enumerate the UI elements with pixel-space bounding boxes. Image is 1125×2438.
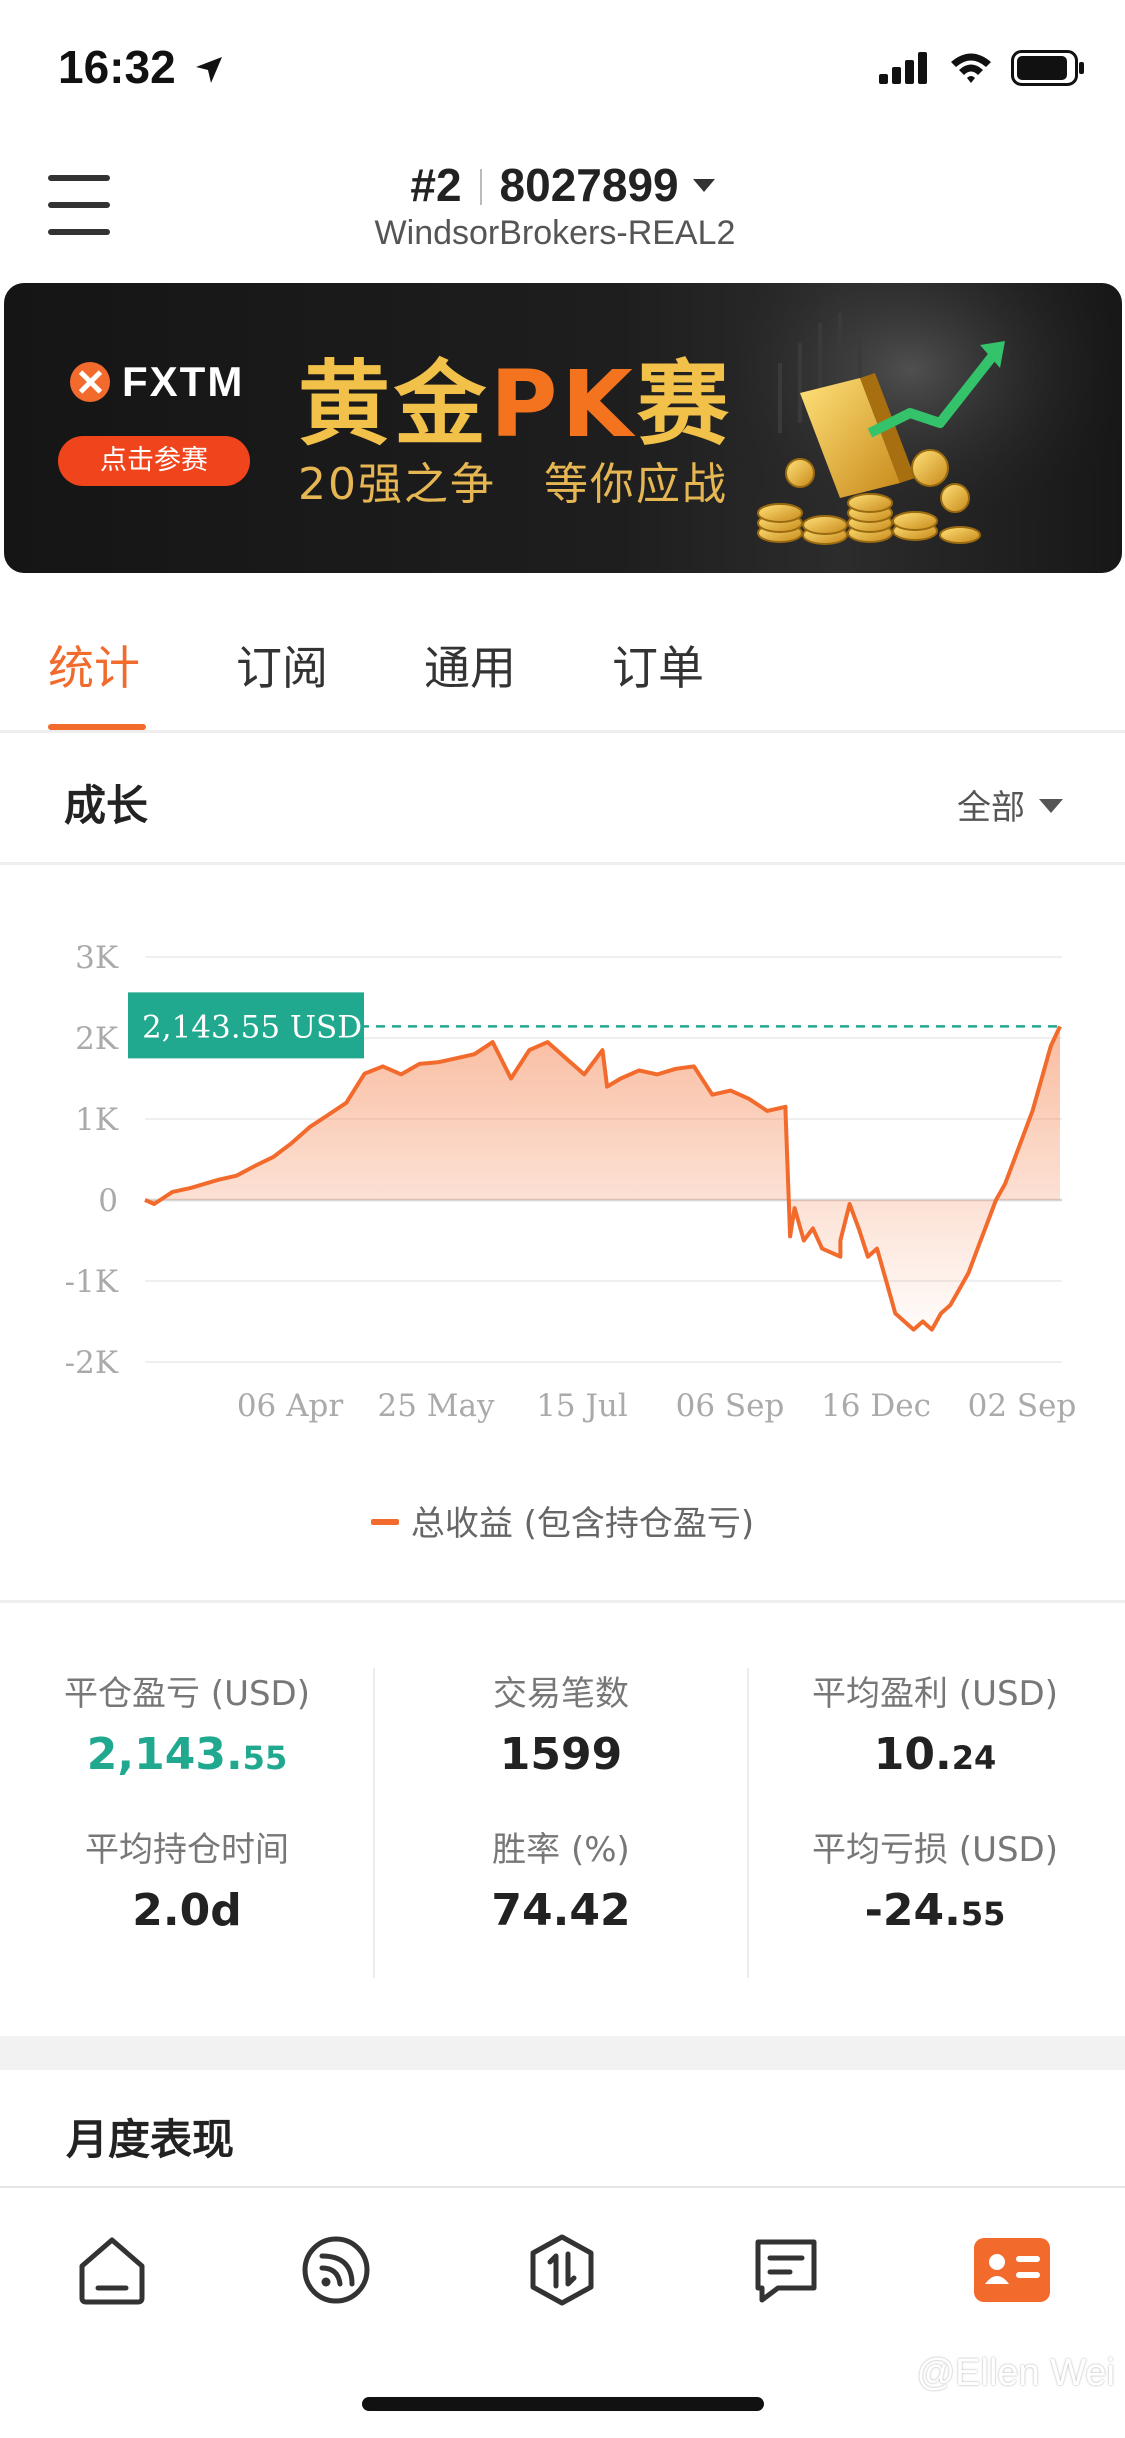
signal-icon xyxy=(879,52,927,84)
trade-icon[interactable] xyxy=(524,2232,600,2308)
battery-icon xyxy=(1011,50,1084,86)
banner-title: 黄金PK赛 xyxy=(298,330,733,463)
stat-value: -24.55 xyxy=(864,1885,1006,1936)
y-tick-label: -2K xyxy=(65,1345,119,1381)
status-time-text: 16:32 xyxy=(58,41,176,93)
chart-divider xyxy=(0,1600,1125,1603)
status-time: 16:32 xyxy=(58,40,224,94)
stat-value: 74.42 xyxy=(491,1885,631,1936)
growth-chart: 3K 2K 1K 0 -1K -2K 06 Apr 25 May 15 Jul 06 Sep 16… xyxy=(65,940,1077,1424)
account-rank: #2 xyxy=(410,159,462,211)
profile-card-icon[interactable] xyxy=(972,2232,1052,2308)
status-icons xyxy=(879,48,1085,88)
stat-trade-count: 交易笔数 1599 xyxy=(374,1666,748,1780)
stat-label: 平仓盈亏 (USD) xyxy=(64,1674,310,1714)
banner-title-post: 赛 xyxy=(636,351,733,458)
y-tick-label: -1K xyxy=(65,1264,119,1300)
stat-label: 平均盈利 (USD) xyxy=(812,1674,1058,1714)
stat-value: 10.24 xyxy=(873,1729,997,1780)
x-tick-label: 02 Sep xyxy=(968,1388,1077,1424)
x-tick-label: 15 Jul xyxy=(536,1388,628,1424)
stat-avg-hold-time: 平均持仓时间 2.0d xyxy=(0,1822,374,1936)
fxtm-x-icon xyxy=(70,362,110,402)
stat-avg-loss: 平均亏损 (USD) -24.55 xyxy=(748,1822,1122,1936)
range-dropdown[interactable]: 全部 xyxy=(957,780,1063,829)
stat-value: 2,143.55 xyxy=(86,1729,288,1780)
fxtm-logo: FXTM xyxy=(70,358,244,406)
stat-value: 2.0d xyxy=(132,1885,242,1936)
stat-label: 胜率 (%) xyxy=(492,1830,630,1870)
y-tick-label: 1K xyxy=(75,1102,119,1138)
x-tick-label: 25 May xyxy=(377,1388,495,1424)
caret-down-icon xyxy=(692,179,715,192)
broker-name: WindsorBrokers-REAL2 xyxy=(374,214,736,252)
tab-bar: 统计 订阅 通用 订单 xyxy=(0,620,1125,730)
tab-general[interactable]: 通用 xyxy=(424,632,516,698)
tab-subscribe[interactable]: 订阅 xyxy=(236,632,328,698)
caret-down-icon xyxy=(1039,799,1063,813)
current-value-label: 2,143.55 USD xyxy=(142,1009,362,1045)
fxtm-brand-text: FXTM xyxy=(122,358,245,405)
account-separator xyxy=(479,169,482,205)
x-tick-label: 06 Apr xyxy=(237,1388,344,1424)
home-indicator xyxy=(362,2397,764,2411)
stat-label: 平均亏损 (USD) xyxy=(812,1830,1058,1870)
banner-title-pre: 黄金 xyxy=(298,351,491,458)
y-tick-label: 0 xyxy=(98,1183,118,1219)
growth-divider xyxy=(0,862,1125,865)
wifi-icon xyxy=(951,53,991,83)
stat-closed-pnl: 平仓盈亏 (USD) 2,143.55 xyxy=(0,1666,374,1780)
monthly-performance-title: 月度表现 xyxy=(66,2115,235,2164)
y-tick-label: 2K xyxy=(75,1021,119,1057)
stat-label: 交易笔数 xyxy=(493,1674,629,1714)
y-tick-label: 3K xyxy=(75,940,119,976)
legend-swatch xyxy=(370,1519,399,1525)
chart-legend: 总收益 (包含持仓盈亏) xyxy=(0,1496,1125,1545)
join-contest-button[interactable]: 点击参赛 xyxy=(58,436,250,486)
banner-title-pk: PK xyxy=(490,351,637,458)
x-tick-label: 06 Sep xyxy=(676,1388,785,1424)
account-selector[interactable]: #2 8027899 xyxy=(0,158,1125,212)
growth-title: 成长 xyxy=(64,781,149,830)
account-number: 8027899 xyxy=(499,159,679,211)
location-arrow-icon xyxy=(196,57,223,83)
section-separator xyxy=(0,2036,1125,2070)
tab-divider xyxy=(0,730,1125,733)
legend-label: 总收益 (包含持仓盈亏) xyxy=(410,1504,755,1544)
x-tick-label: 16 Dec xyxy=(821,1388,931,1424)
watermark: @Ellen Wei xyxy=(916,2352,1115,2394)
home-icon[interactable] xyxy=(74,2232,150,2308)
tab-statistics[interactable]: 统计 xyxy=(48,632,140,698)
stat-win-rate: 胜率 (%) 74.42 xyxy=(374,1822,748,1936)
message-icon[interactable] xyxy=(748,2232,824,2308)
growth-area xyxy=(145,1026,1060,1330)
gold-bars-illustration xyxy=(740,283,1120,573)
stat-value: 1599 xyxy=(499,1729,623,1780)
range-value: 全部 xyxy=(957,788,1025,828)
feed-icon[interactable] xyxy=(298,2232,374,2308)
banner-subtitle: 20强之争 等你应战 xyxy=(298,459,728,510)
stat-avg-profit: 平均盈利 (USD) 10.24 xyxy=(748,1666,1122,1780)
tab-orders[interactable]: 订单 xyxy=(612,632,704,698)
stat-label: 平均持仓时间 xyxy=(85,1830,289,1870)
